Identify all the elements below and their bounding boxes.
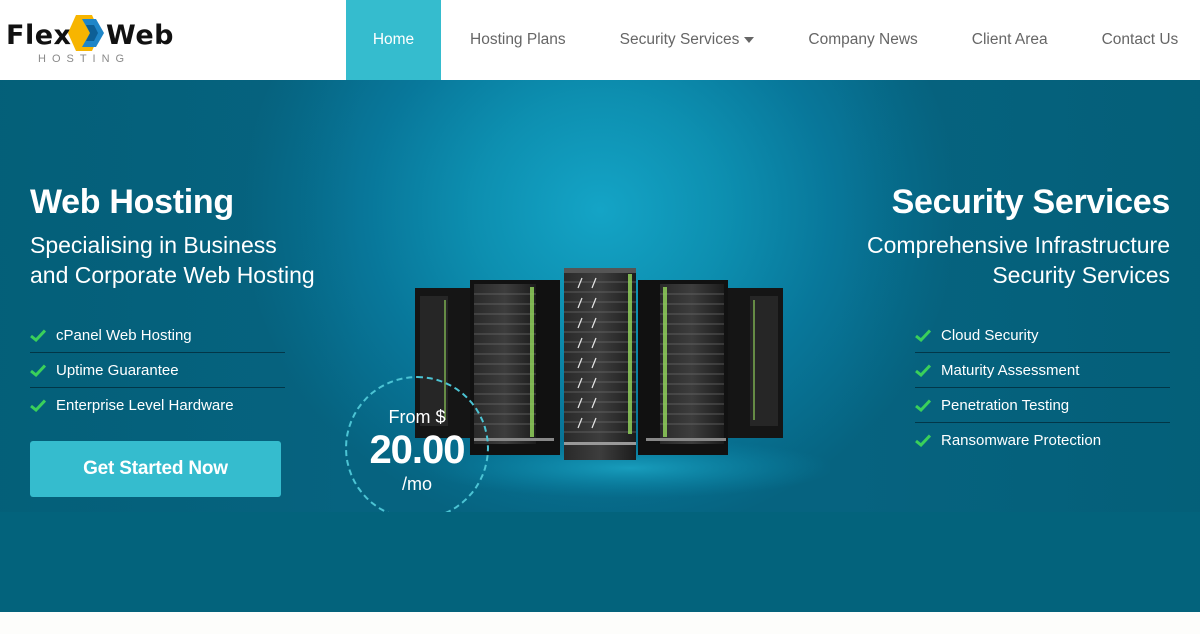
- web-hosting-column: Web Hosting Specialising in Business and…: [30, 182, 330, 423]
- feature-item: Maturity Assessment: [915, 353, 1170, 388]
- nav-home-label: Home: [372, 31, 415, 48]
- security-services-subtitle-line1: Comprehensive Infrastructure: [867, 232, 1170, 258]
- nav-client-area[interactable]: Client Area: [945, 0, 1075, 80]
- hero-banner: Web Hosting Specialising in Business and…: [0, 80, 1200, 612]
- price-badge: From $ 20.00 /mo: [345, 376, 489, 520]
- security-services-subtitle: Comprehensive Infrastructure Security Se…: [830, 230, 1170, 290]
- web-hosting-features: cPanel Web Hosting Uptime Guarantee Ente…: [30, 318, 285, 423]
- web-hosting-title: Web Hosting: [30, 183, 234, 221]
- logo-tagline: HOSTING: [38, 53, 131, 65]
- security-features: Cloud Security Maturity Assessment Penet…: [915, 318, 1170, 458]
- get-started-button[interactable]: Get Started Now: [30, 441, 281, 497]
- security-services-column: Security Services Comprehensive Infrastr…: [830, 182, 1170, 458]
- check-icon: [915, 398, 941, 412]
- feature-label: Cloud Security: [941, 326, 1039, 344]
- nav-security-services-label: Security Services: [619, 31, 740, 48]
- feature-item: Enterprise Level Hardware: [30, 388, 285, 423]
- logo-text-web: Web: [106, 20, 174, 51]
- security-services-title: Security Services: [891, 183, 1171, 221]
- nav-security-services[interactable]: Security Services: [593, 0, 782, 80]
- check-icon: [30, 399, 56, 412]
- nav-contact-us-label: Contact Us: [1101, 31, 1179, 48]
- page-bottom-strip: [0, 612, 1200, 634]
- feature-label: Ransomware Protection: [941, 432, 1102, 449]
- price-from-label: From $: [388, 407, 446, 427]
- feature-label: cPanel Web Hosting: [56, 326, 192, 344]
- check-icon: [915, 328, 941, 342]
- feature-item: Cloud Security: [915, 318, 1170, 353]
- nav-company-news-label: Company News: [808, 31, 918, 48]
- feature-label: Enterprise Level Hardware: [56, 397, 234, 414]
- feature-item: Uptime Guarantee: [30, 353, 285, 388]
- feature-label: Penetration Testing: [941, 396, 1070, 414]
- check-icon: [30, 328, 56, 342]
- feature-label: Maturity Assessment: [941, 361, 1080, 379]
- web-hosting-subtitle-line2: and Corporate Web Hosting: [30, 262, 315, 288]
- logo-hexagon-icon: [68, 15, 104, 51]
- logo-text-flex: Flex: [6, 20, 72, 51]
- web-hosting-subtitle: Specialising in Business and Corporate W…: [30, 230, 330, 290]
- nav-contact-us[interactable]: Contact Us: [1075, 0, 1200, 80]
- caret-down-icon: [744, 37, 755, 43]
- check-icon: [30, 363, 56, 377]
- price-amount: 20.00: [369, 428, 465, 472]
- main-nav: Home Hosting Plans Security Services Com…: [346, 0, 1200, 80]
- feature-item: cPanel Web Hosting: [30, 318, 285, 353]
- nav-hosting-plans-label: Hosting Plans: [470, 31, 566, 48]
- check-icon: [915, 363, 941, 377]
- feature-item: Ransomware Protection: [915, 423, 1170, 458]
- site-header: Flex Web HOSTING Home Hosting Plans Secu…: [0, 0, 1200, 80]
- check-icon: [915, 434, 941, 447]
- feature-label: Uptime Guarantee: [56, 361, 179, 379]
- nav-company-news[interactable]: Company News: [781, 0, 944, 80]
- nav-hosting-plans[interactable]: Hosting Plans: [443, 0, 593, 80]
- nav-client-area-label: Client Area: [971, 31, 1048, 48]
- feature-item: Penetration Testing: [915, 388, 1170, 423]
- logo[interactable]: Flex Web HOSTING: [6, 10, 176, 70]
- nav-home[interactable]: Home: [346, 0, 441, 80]
- price-unit: /mo: [401, 474, 432, 494]
- web-hosting-subtitle-line1: Specialising in Business: [30, 232, 277, 258]
- security-services-subtitle-line2: Security Services: [992, 262, 1170, 288]
